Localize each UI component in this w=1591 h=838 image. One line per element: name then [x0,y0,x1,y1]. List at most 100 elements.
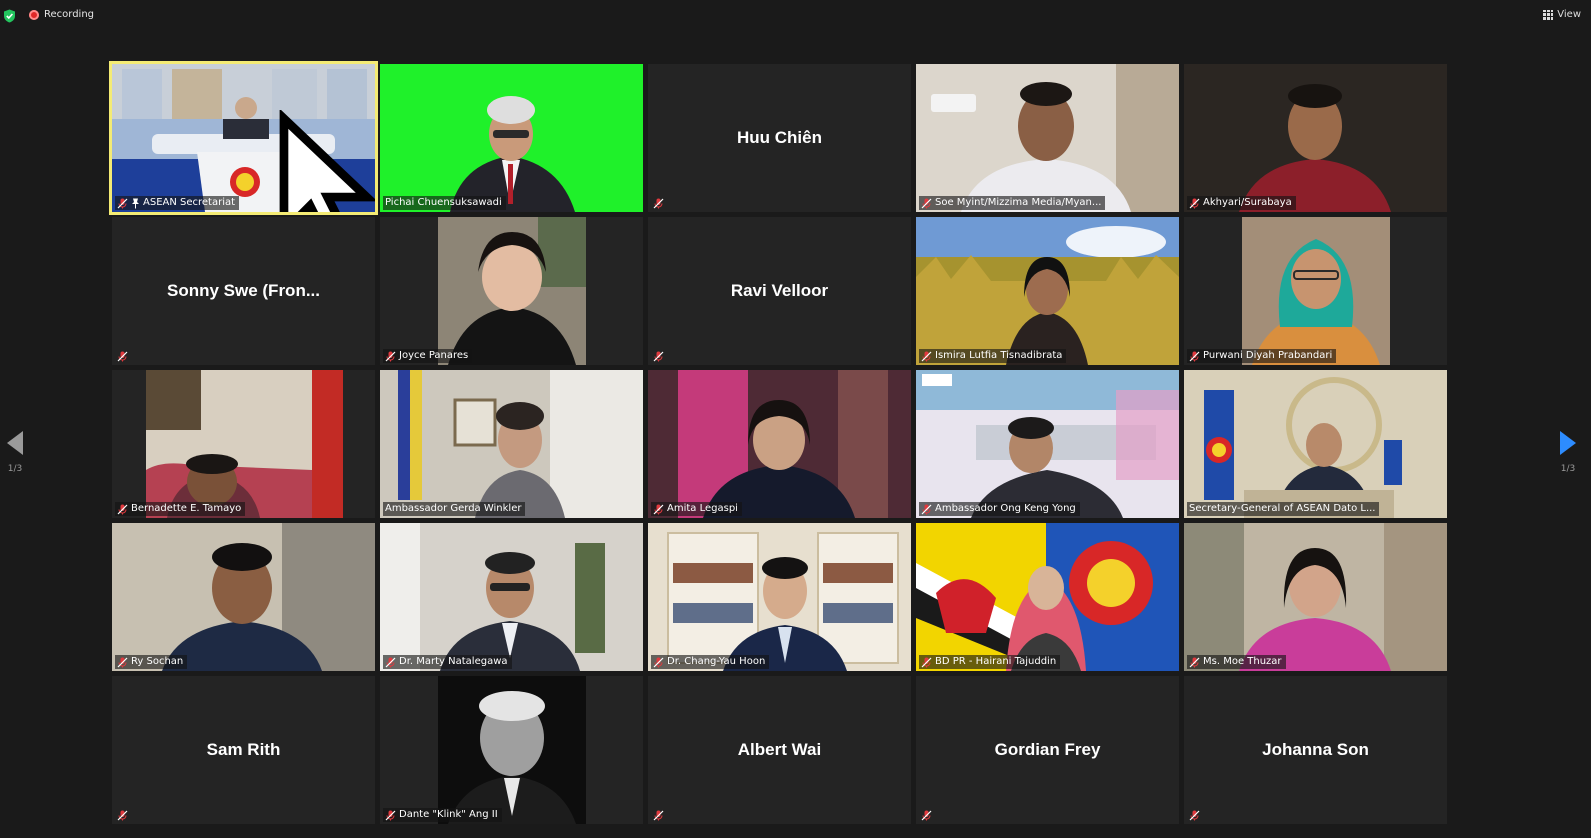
participant-label: Secretary-General of ASEAN Dato L... [1187,502,1380,516]
participant-label: Akhyari/Surabaya [1187,196,1296,210]
participant-name: Dante "Klink" Ang II [399,809,498,820]
video-tile-dante-ang[interactable]: Dante "Klink" Ang II [380,676,643,824]
video-feed [916,523,1179,671]
video-feed [648,370,911,518]
participant-name-placeholder: Sonny Swe (Fron... [166,281,320,300]
grid-view-icon [1543,9,1554,20]
participant-label [1187,809,1202,822]
video-tile-akhyari[interactable]: Akhyari/Surabaya [1184,64,1447,212]
participant-name: Dr. Marty Natalegawa [399,656,508,667]
participant-name: Bernadette E. Tamayo [131,503,242,514]
mic-muted-icon [385,810,396,820]
video-tile-amita-legaspi[interactable]: Amita Legaspi [648,370,911,518]
video-feed [380,370,643,518]
video-tile-pichai-chuensuksawadi[interactable]: Pichai Chuensuksawadi [380,64,643,212]
mic-muted-icon [385,657,396,667]
participant-label: Soe Myint/Mizzima Media/Myan... [919,196,1106,210]
video-tile-soe-myint[interactable]: Soe Myint/Mizzima Media/Myan... [916,64,1179,212]
next-page-button[interactable]: 1/3 [1553,431,1583,474]
mic-muted-icon [1189,198,1200,208]
video-feed [916,370,1179,518]
participant-name-placeholder: Johanna Son [1262,740,1369,759]
previous-page-button[interactable]: 1/3 [0,431,30,474]
participant-name: Ry Sochan [131,656,184,667]
mic-muted-icon [921,504,932,514]
shield-check-icon[interactable] [3,9,16,23]
arrow-right-icon [1560,431,1576,455]
video-feed [112,64,375,212]
recording-indicator[interactable]: Recording [29,9,94,20]
record-dot-icon [29,9,39,20]
participant-label [919,809,934,822]
video-feed [1184,64,1447,212]
participant-name: Ismira Lutfia Tisnadibrata [935,350,1063,361]
video-tile-asean-secretariat[interactable]: ASEAN Secretariat [112,64,375,212]
view-button[interactable]: View [1543,9,1581,20]
video-feed [380,523,643,671]
video-tile-johanna-son[interactable]: Johanna Son [1184,676,1447,824]
video-tile-gordian-frey[interactable]: Gordian Frey [916,676,1179,824]
participant-name-placeholder: Gordian Frey [994,740,1101,759]
participant-name: Purwani Diyah Prabandari [1203,350,1333,361]
participant-label [651,197,666,210]
mic-muted-icon [117,810,128,821]
participant-label: Purwani Diyah Prabandari [1187,349,1337,363]
mic-muted-icon [653,657,664,667]
participant-label [651,350,666,363]
video-tile-gerda-winkler[interactable]: Ambassador Gerda Winkler [380,370,643,518]
mic-muted-icon [921,198,932,208]
participant-label: Ms. Moe Thuzar [1187,655,1286,669]
participant-name: Akhyari/Surabaya [1203,197,1292,208]
video-feed [437,676,586,824]
video-tile-moe-thuzar[interactable]: Ms. Moe Thuzar [1184,523,1447,671]
video-feed [1184,523,1447,671]
participant-name: BD PR - Hairani Tajuddin [935,656,1057,667]
mic-muted-icon [921,810,932,821]
video-feed [916,217,1179,365]
participant-label: BD PR - Hairani Tajuddin [919,655,1061,669]
video-tile-ravi-velloor[interactable]: Ravi Velloor [648,217,911,365]
video-tile-albert-wai[interactable]: Albert Wai [648,676,911,824]
video-tile-marty-natalegawa[interactable]: Dr. Marty Natalegawa [380,523,643,671]
top-bar: Recording View [0,0,1591,34]
participant-name: Joyce Panares [399,350,469,361]
participant-label: Dr. Chang-Yau Hoon [651,655,770,669]
video-tile-bernadette-tamayo[interactable]: Bernadette E. Tamayo [112,370,375,518]
participant-label: Ry Sochan [115,655,188,669]
video-tile-ismira-lutfia[interactable]: Ismira Lutfia Tisnadibrata [916,217,1179,365]
mic-muted-icon [653,810,664,821]
participant-name: Pichai Chuensuksawadi [385,197,502,208]
mic-muted-icon [653,351,664,362]
video-tile-sam-rith[interactable]: Sam Rith [112,676,375,824]
video-tile-chang-yau-hoon[interactable]: Dr. Chang-Yau Hoon [648,523,911,671]
video-tile-joyce-panares[interactable]: Joyce Panares [380,217,643,365]
participant-label [651,809,666,822]
video-tile-sonny-swe[interactable]: Sonny Swe (Fron... [112,217,375,365]
participant-label: ASEAN Secretariat [115,196,240,210]
participant-label: Bernadette E. Tamayo [115,502,246,516]
video-tile-secretary-general[interactable]: Secretary-General of ASEAN Dato L... [1184,370,1447,518]
mic-muted-icon [921,351,932,361]
video-tile-purwani-diyah[interactable]: Purwani Diyah Prabandari [1184,217,1447,365]
video-tile-ong-keng-yong[interactable]: Ambassador Ong Keng Yong [916,370,1179,518]
arrow-left-icon [7,431,23,455]
participant-label: Ambassador Gerda Winkler [383,502,526,516]
mic-muted-icon [117,198,128,208]
participant-label: Dr. Marty Natalegawa [383,655,512,669]
participant-name: Amita Legaspi [667,503,738,514]
video-feed [1184,370,1447,518]
video-feed [437,217,586,365]
view-label: View [1557,9,1581,20]
participant-name: Ambassador Gerda Winkler [385,503,522,514]
video-tile-hairani-tajuddin[interactable]: BD PR - Hairani Tajuddin [916,523,1179,671]
participant-name: Secretary-General of ASEAN Dato L... [1189,503,1376,514]
participant-label [115,350,130,363]
participant-label: Amita Legaspi [651,502,742,516]
participant-name: Soe Myint/Mizzima Media/Myan... [935,197,1102,208]
video-feed [112,370,375,518]
participant-label: Joyce Panares [383,349,473,363]
video-feed [112,523,375,671]
video-tile-huu-chien[interactable]: Huu Chiên [648,64,911,212]
video-feed [648,523,911,671]
video-tile-ry-sochan[interactable]: Ry Sochan [112,523,375,671]
